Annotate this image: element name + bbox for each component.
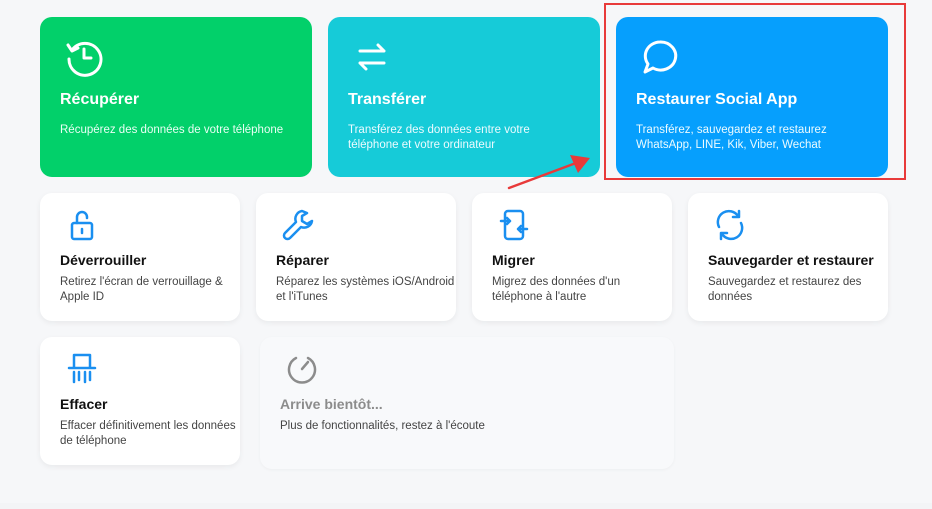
card-erase-title: Effacer	[60, 396, 108, 412]
card-erase-desc: Effacer définitivement les données de té…	[60, 420, 236, 447]
transfer-arrows-icon	[358, 43, 386, 71]
card-backup-restore-desc: Sauvegardez et restaurez des données	[708, 276, 862, 303]
card-backup-restore-title: Sauvegarder et restaurer	[708, 252, 874, 268]
card-repair[interactable]: Réparer Réparez les systèmes iOS/Android…	[256, 193, 456, 321]
card-coming-soon: Arrive bientôt... Plus de fonctionnalité…	[260, 337, 674, 469]
annotation-highlight-box	[604, 3, 906, 180]
card-backup-restore[interactable]: Sauvegarder et restaurer Sauvegardez et …	[688, 193, 888, 321]
card-recover-title: Récupérer	[60, 91, 140, 108]
timer-icon	[287, 356, 317, 384]
card-erase[interactable]: Effacer Effacer définitivement les donné…	[40, 337, 240, 465]
card-migrate[interactable]: Migrer Migrez des données d'un téléphone…	[472, 193, 672, 321]
card-recover-desc: Récupérez des données de votre téléphone	[60, 124, 284, 136]
card-coming-soon-desc: Plus de fonctionnalités, restez à l'écou…	[280, 420, 485, 432]
card-repair-desc: Réparez les systèmes iOS/Android et l'iT…	[276, 276, 455, 303]
card-transfer-desc: Transférez des données entre votre télép…	[348, 124, 530, 151]
card-unlock[interactable]: Déverrouiller Retirez l'écran de verroui…	[40, 193, 240, 321]
annotation-arrow-icon	[507, 155, 590, 190]
shredder-icon	[67, 353, 97, 384]
wrench-icon	[282, 209, 314, 241]
card-migrate-desc: Migrez des données d'un téléphone à l'au…	[492, 276, 621, 303]
phone-migrate-icon	[499, 209, 529, 241]
card-coming-soon-title: Arrive bientôt...	[280, 396, 383, 412]
card-unlock-title: Déverrouiller	[60, 252, 147, 268]
card-repair-title: Réparer	[276, 252, 329, 268]
unlock-icon	[70, 210, 94, 241]
card-migrate-title: Migrer	[492, 252, 535, 268]
card-recover[interactable]: Récupérer Récupérez des données de votre…	[40, 17, 312, 177]
card-transfer-title: Transférer	[348, 91, 427, 108]
card-unlock-desc: Retirez l'écran de verrouillage & Apple …	[60, 276, 223, 303]
sync-icon	[716, 209, 744, 241]
recover-clock-icon	[66, 41, 103, 77]
